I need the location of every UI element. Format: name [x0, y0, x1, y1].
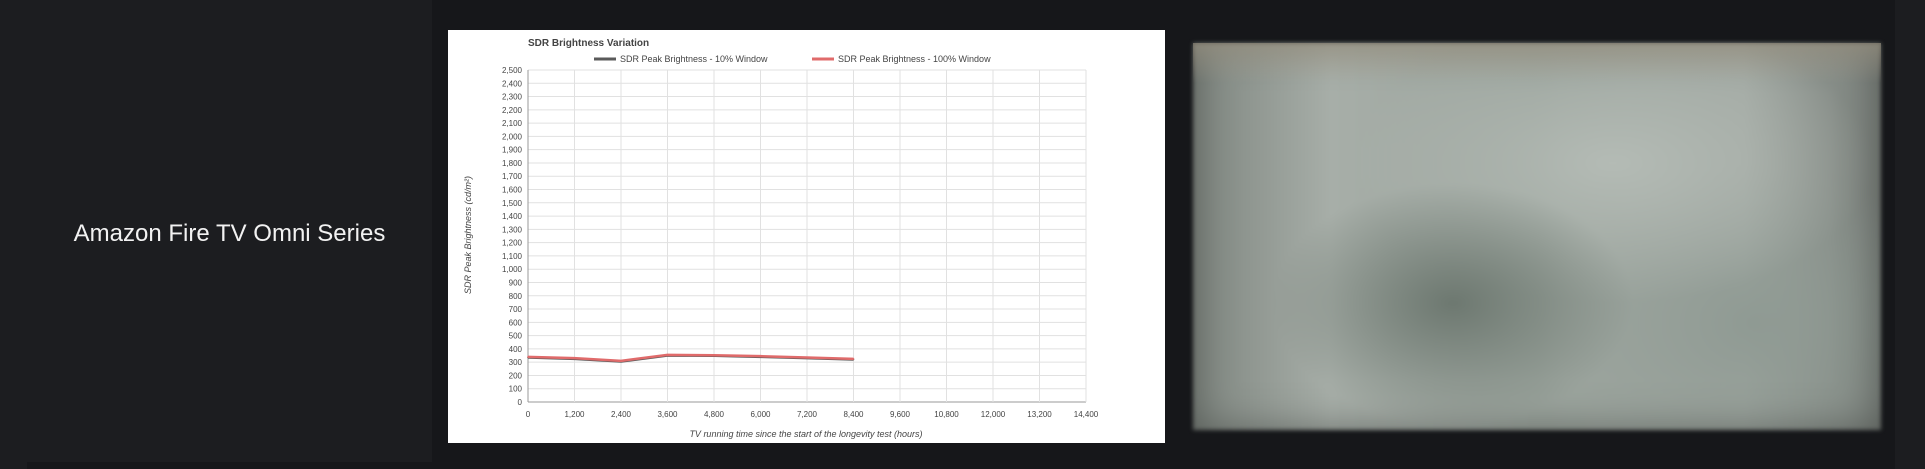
x-tick-label: 7,200: [797, 410, 818, 419]
series-2-point: [713, 354, 715, 357]
y-tick-label: 800: [509, 292, 523, 301]
legend-label-2: SDR Peak Brightness - 100% Window: [838, 54, 991, 64]
y-tick-label: 300: [509, 358, 523, 367]
series-2-point: [666, 354, 669, 356]
x-tick-labels: 0 1,200 2,400 3,600 4,800 6,000 7,200 8,400 9,60…: [526, 410, 1099, 419]
series-2-point: [573, 357, 576, 359]
y-tick-label: 900: [509, 278, 523, 287]
y-tick-label: 500: [509, 332, 523, 341]
chart-series: [527, 353, 855, 363]
y-tick-label: 400: [509, 345, 523, 354]
y-tick-label: 1,600: [502, 186, 523, 195]
x-tick-label: 1,200: [564, 410, 585, 419]
x-tick-label: 10,800: [934, 410, 959, 419]
tv-screen-photo-highlight: [1193, 43, 1881, 83]
y-tick-label: 1,100: [502, 252, 523, 261]
series-2-point: [806, 356, 808, 359]
y-tick-label: 1,000: [502, 265, 523, 274]
y-tick-label: 2,100: [502, 119, 523, 128]
x-tick-label: 12,000: [981, 410, 1006, 419]
legend-label-1: SDR Peak Brightness - 10% Window: [620, 54, 768, 64]
x-tick-label: 14,400: [1074, 410, 1099, 419]
x-tick-label: 0: [526, 410, 531, 419]
chart-title: SDR Brightness Variation: [528, 38, 649, 49]
x-tick-label: 2,400: [611, 410, 632, 419]
y-tick-label: 100: [509, 385, 523, 394]
x-tick-label: 9,600: [890, 410, 911, 419]
x-tick-label: 6,000: [750, 410, 771, 419]
brightness-chart: SDR Brightness Variation SDR Peak Bright…: [448, 30, 1165, 443]
y-tick-label: 2,300: [502, 93, 523, 102]
y-tick-label: 1,700: [502, 172, 523, 181]
y-tick-label: 700: [509, 305, 523, 314]
y-tick-label: 1,900: [502, 146, 523, 155]
series-2-point: [852, 358, 855, 360]
x-tick-label: 8,400: [843, 410, 864, 419]
y-tick-label: 1,200: [502, 239, 523, 248]
y-tick-label: 2,000: [502, 132, 523, 141]
series-2-point: [759, 355, 762, 357]
y-tick-label: 1,400: [502, 212, 523, 221]
model-name: Amazon Fire TV Omni Series: [73, 220, 386, 247]
chart-legend: SDR Peak Brightness - 10% Window SDR Peak…: [594, 54, 991, 64]
chart-svg: SDR Brightness Variation SDR Peak Bright…: [463, 38, 1099, 439]
x-tick-label: 3,600: [657, 410, 678, 419]
series-2-point: [527, 356, 529, 358]
y-tick-label: 1,800: [502, 159, 523, 168]
x-axis-label: TV running time since the start of the l…: [689, 429, 922, 439]
series-2-point: [620, 360, 622, 362]
y-tick-label: 200: [509, 371, 523, 380]
model-cell: Amazon Fire TV Omni Series: [27, 0, 432, 462]
y-tick-label: 2,400: [502, 79, 523, 88]
y-tick-label: 600: [509, 318, 523, 327]
y-tick-label: 2,500: [502, 66, 523, 75]
y-axis-label: SDR Peak Brightness (cd/m²): [463, 176, 473, 294]
y-tick-label: 0: [518, 398, 523, 407]
x-tick-label: 4,800: [704, 410, 725, 419]
tv-screen-photo: [1193, 43, 1881, 430]
y-tick-label: 1,300: [502, 225, 523, 234]
y-tick-label: 2,200: [502, 106, 523, 115]
x-tick-label: 13,200: [1027, 410, 1052, 419]
chart-grid: [527, 69, 1087, 403]
y-tick-labels: 0 100 200 300 400 500 600 700 800 900 1,000 1,100 1,…: [502, 66, 523, 407]
y-tick-label: 1,500: [502, 199, 523, 208]
